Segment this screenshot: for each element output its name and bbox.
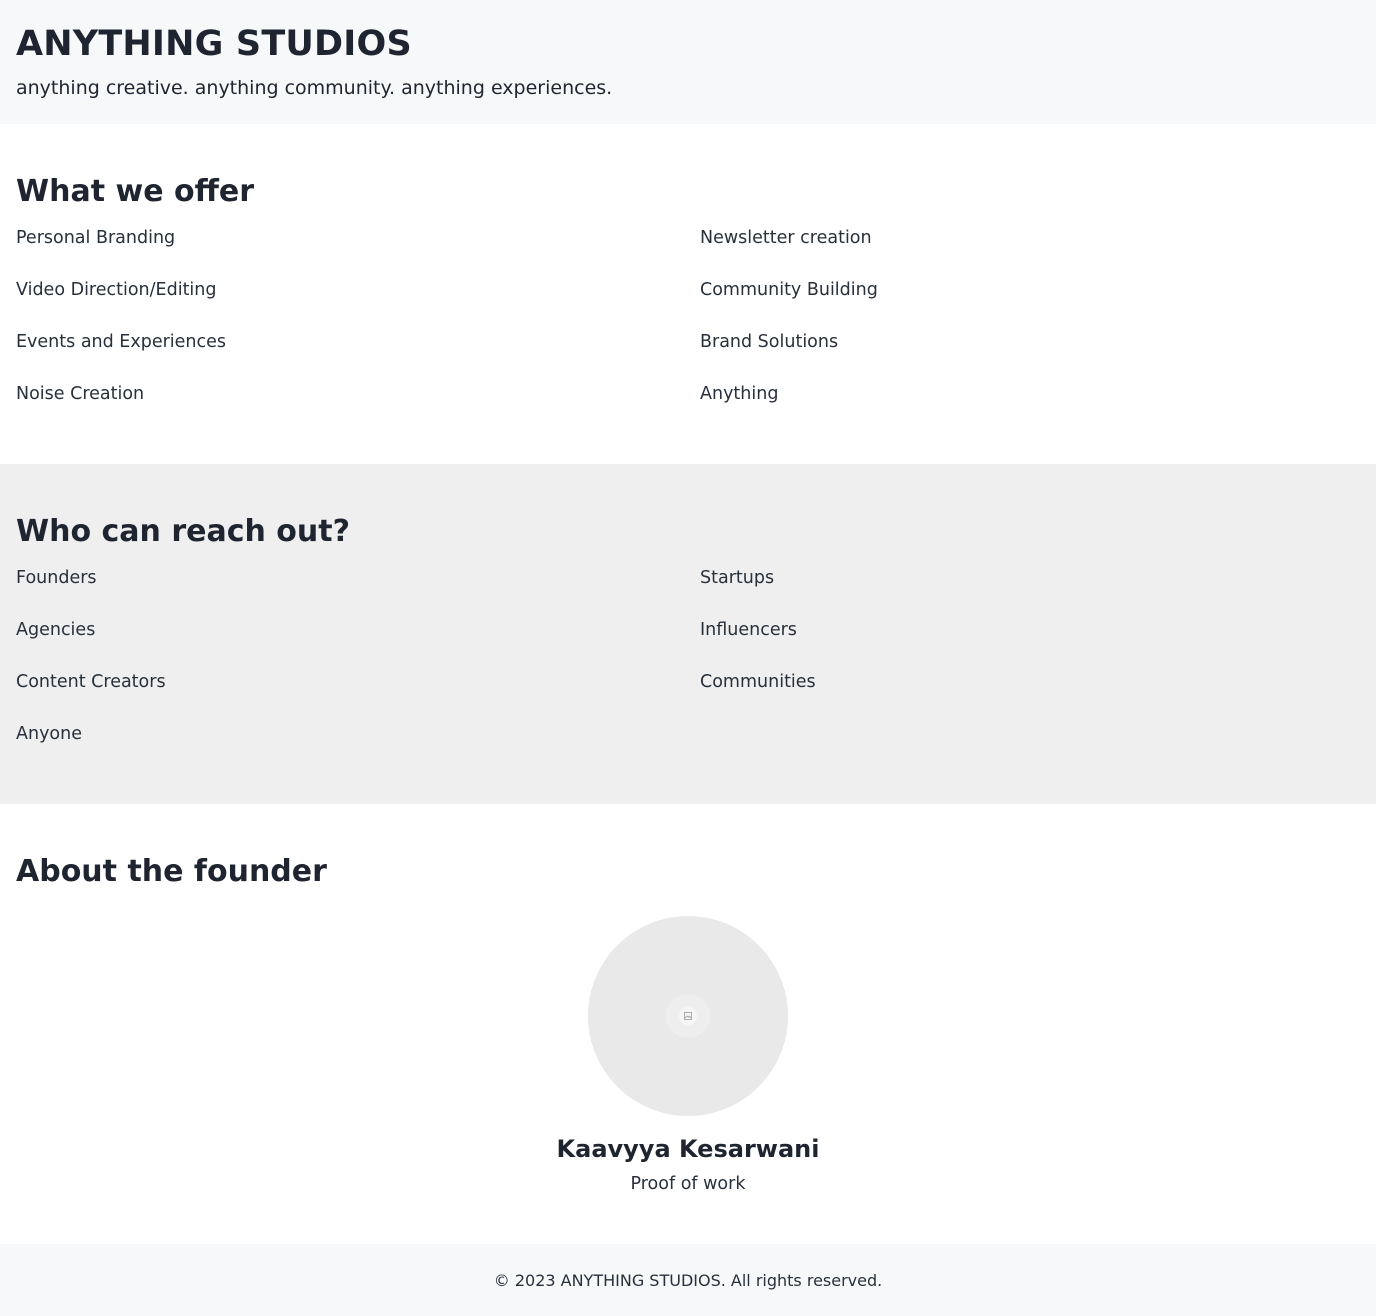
audience-list: Founders Startups Agencies Influencers C… [16,566,1360,774]
offer-item: Brand Solutions [700,332,839,352]
brand-title: ANYTHING STUDIOS [16,24,412,64]
site-header: ANYTHING STUDIOS anything creative. anyt… [0,0,1376,124]
audience-heading: Who can reach out? [16,514,351,549]
offer-item: Community Building [700,280,878,300]
offer-item: Personal Branding [16,228,176,248]
offer-heading: What we offer [16,174,255,209]
tagline: anything creative. anything community. a… [16,77,613,99]
founder-avatar [588,916,788,1116]
audience-item: Startups [700,568,775,588]
offer-item: Noise Creation [16,384,145,404]
audience-item: Communities [700,672,816,692]
offer-list: Personal Branding Newsletter creation Vi… [16,226,1360,434]
audience-item: Influencers [700,620,797,640]
founder-heading: About the founder [16,854,327,889]
audience-item: Content Creators [16,672,166,692]
founder-name: Kaavyya Kesarwani [556,1135,820,1163]
offer-item: Newsletter creation [700,228,872,248]
audience-item: Anyone [16,724,82,744]
offer-item: Video Direction/Editing [16,280,217,300]
offer-item: Anything [700,384,779,404]
proof-of-work-link[interactable]: Proof of work [631,1172,746,1196]
site-footer: © 2023 ANYTHING STUDIOS. All rights rese… [0,1244,1376,1316]
audience-section: Who can reach out? Founders Startups Age… [0,464,1376,804]
founder-card: Kaavyya Kesarwani Proof of work [0,916,1376,1196]
copyright-text: © 2023 ANYTHING STUDIOS. All rights rese… [493,1270,883,1290]
audience-item: Agencies [16,620,96,640]
founder-section: About the founder Kaavyya Kesarwani Proo… [0,804,1376,1244]
offer-item: Events and Experiences [16,332,227,352]
image-placeholder-icon [679,1007,697,1025]
audience-item: Founders [16,568,97,588]
offer-section: What we offer Personal Branding Newslett… [0,124,1376,464]
